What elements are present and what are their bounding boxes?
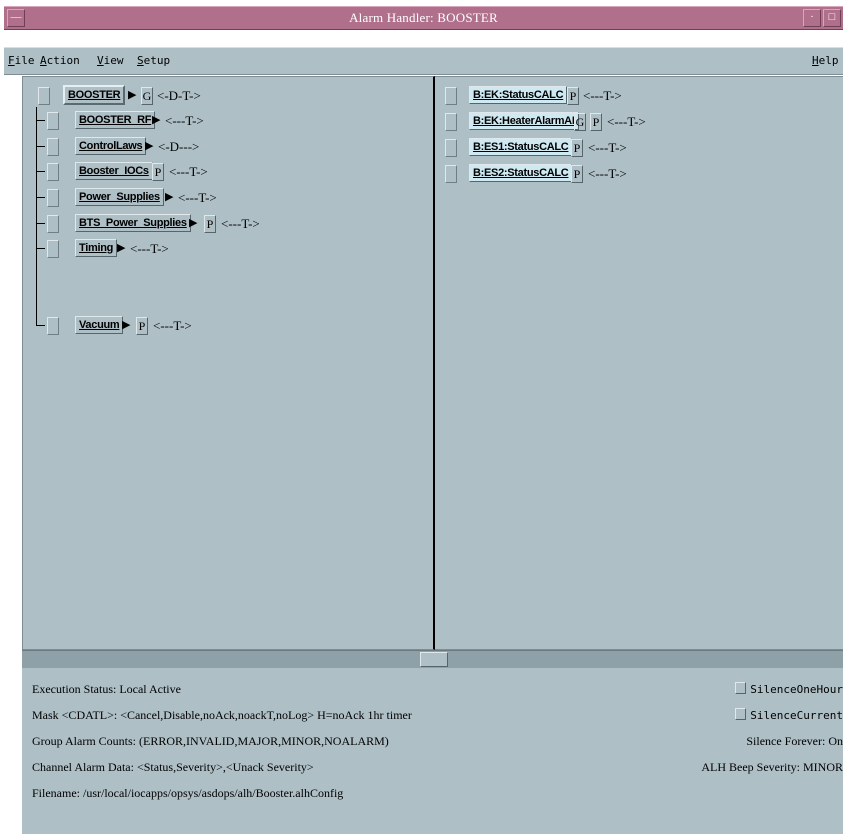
execution-status: Execution Status: Local Active bbox=[32, 682, 181, 696]
tree-branch bbox=[36, 248, 45, 249]
mask-text: <---T-> bbox=[607, 114, 646, 129]
group-row-bts-power-supplies: BTS_Power_Supplies ▶ P <---T-> bbox=[23, 212, 423, 234]
minimize-button[interactable]: · bbox=[803, 9, 821, 27]
ack-button[interactable] bbox=[445, 113, 457, 131]
checkbox-icon bbox=[735, 708, 747, 720]
tree-branch bbox=[36, 325, 45, 326]
group-row-booster-iocs: Booster_IOCs P <---T-> bbox=[23, 160, 423, 182]
maximize-button[interactable]: □ bbox=[823, 9, 841, 27]
group-name-button[interactable]: ControlLaws bbox=[75, 137, 147, 155]
mask-text: <---T-> bbox=[178, 190, 217, 205]
expand-arrow-icon[interactable]: ▶ bbox=[145, 139, 153, 152]
beep-severity-status: ALH Beep Severity: MINOR bbox=[701, 760, 843, 774]
checkbox-icon bbox=[735, 682, 747, 694]
group-row-power-supplies: Power_Supplies ▶ <---T-> bbox=[23, 186, 423, 208]
channel-row: B:ES2:StatusCALC P <---T-> bbox=[435, 162, 835, 184]
channel-name-button[interactable]: B:EK:HeaterAlarmAI bbox=[469, 112, 579, 130]
mask-text: <---T-> bbox=[130, 241, 169, 256]
process-flag[interactable]: P bbox=[136, 317, 148, 335]
ack-button[interactable] bbox=[47, 138, 59, 156]
process-flag[interactable]: P bbox=[571, 139, 583, 157]
expand-arrow-icon[interactable]: ▶ bbox=[165, 190, 173, 203]
menu-view[interactable]: View bbox=[97, 54, 124, 67]
channel-alarm-data-legend: Channel Alarm Data: <Status,Severity>,<U… bbox=[32, 760, 314, 774]
mask-text: <---T-> bbox=[588, 166, 627, 181]
menu-bar: File Action View Setup Help bbox=[4, 47, 843, 75]
mask-text: <-D---> bbox=[158, 139, 200, 154]
mask-text: <-D-T-> bbox=[157, 88, 201, 103]
group-row-timing: Timing ▶ <---T-> bbox=[23, 237, 423, 259]
tree-branch bbox=[36, 223, 45, 224]
group-row-vacuum: Vacuum ▶ P <---T-> bbox=[23, 314, 423, 336]
group-name-button[interactable]: Vacuum bbox=[75, 316, 124, 334]
group-row-booster-rf: BOOSTER_RF ▶ <---T-> bbox=[23, 109, 423, 131]
mask-text: <---T-> bbox=[583, 88, 622, 103]
ack-button[interactable] bbox=[445, 165, 457, 183]
ack-button[interactable] bbox=[445, 87, 457, 105]
menu-help[interactable]: Help bbox=[812, 54, 839, 67]
expand-arrow-icon[interactable]: ▶ bbox=[128, 88, 136, 101]
group-row-controllaws: ControlLaws ▶ <-D---> bbox=[23, 135, 423, 157]
process-flag[interactable]: P bbox=[571, 165, 583, 183]
mask-text: <---T-> bbox=[169, 164, 208, 179]
ack-button[interactable] bbox=[47, 215, 59, 233]
ack-button[interactable] bbox=[47, 317, 59, 335]
ack-button[interactable] bbox=[38, 87, 50, 105]
alarm-handler-window: — Alarm Handler: BOOSTER · □ File Action… bbox=[0, 0, 843, 834]
process-flag[interactable]: P bbox=[567, 87, 579, 105]
expand-arrow-icon[interactable]: ▶ bbox=[117, 241, 125, 254]
title-bar[interactable]: — Alarm Handler: BOOSTER · □ bbox=[4, 6, 843, 30]
guidance-flag[interactable]: G bbox=[141, 87, 153, 105]
menu-action[interactable]: Action bbox=[40, 54, 80, 67]
process-flag[interactable]: P bbox=[204, 215, 216, 233]
mask-text: <---T-> bbox=[165, 113, 204, 128]
silence-one-hour-toggle[interactable]: SilenceOneHour bbox=[735, 682, 843, 696]
channel-list-pane: B:EK:StatusCALC P <---T-> B:EK:HeaterAla… bbox=[435, 76, 843, 650]
config-filename: Filename: /usr/local/iocapps/opsys/asdop… bbox=[32, 786, 344, 800]
group-name-button[interactable]: Timing bbox=[75, 239, 118, 257]
guidance-flag[interactable]: G bbox=[574, 113, 586, 131]
group-name-button[interactable]: Booster_IOCs bbox=[75, 162, 153, 180]
tree-branch bbox=[36, 197, 45, 198]
process-flag[interactable]: P bbox=[590, 113, 602, 131]
mask-legend: Mask <CDATL>: <Cancel,Disable,noAck,noac… bbox=[32, 708, 412, 722]
group-name-button[interactable]: BTS_Power_Supplies bbox=[75, 214, 191, 232]
group-alarm-counts-legend: Group Alarm Counts: (ERROR,INVALID,MAJOR… bbox=[32, 734, 389, 748]
tree-branch bbox=[36, 120, 45, 121]
pane-sash-handle[interactable] bbox=[420, 652, 448, 667]
group-tree-pane: BOOSTER ▶ G <-D-T-> BOOSTER_RF ▶ <---T->… bbox=[22, 76, 435, 650]
expand-arrow-icon[interactable]: ▶ bbox=[122, 318, 130, 331]
group-name-button[interactable]: BOOSTER_RF bbox=[75, 111, 156, 129]
channel-name-button[interactable]: B:ES2:StatusCALC bbox=[469, 164, 573, 182]
ack-button[interactable] bbox=[47, 189, 59, 207]
silence-current-toggle[interactable]: SilenceCurrent bbox=[735, 708, 843, 722]
process-flag[interactable]: P bbox=[152, 163, 164, 181]
group-name-button[interactable]: Power_Supplies bbox=[75, 188, 164, 206]
ack-button[interactable] bbox=[445, 139, 457, 157]
tree-branch bbox=[36, 146, 45, 147]
minimize-icon: · bbox=[810, 11, 814, 23]
ack-button[interactable] bbox=[47, 163, 59, 181]
ack-button[interactable] bbox=[47, 112, 59, 130]
channel-name-button[interactable]: B:EK:StatusCALC bbox=[469, 86, 568, 104]
window-title: Alarm Handler: BOOSTER bbox=[349, 10, 498, 25]
mask-text: <---T-> bbox=[153, 318, 192, 333]
channel-row: B:EK:HeaterAlarmAI G P <---T-> bbox=[435, 110, 835, 132]
menu-file[interactable]: File bbox=[8, 54, 35, 67]
channel-row: B:EK:StatusCALC P <---T-> bbox=[435, 84, 835, 106]
status-area: Execution Status: Local Active Mask <CDA… bbox=[22, 668, 843, 834]
ack-button[interactable] bbox=[47, 240, 59, 258]
menu-setup[interactable]: Setup bbox=[137, 54, 170, 67]
group-name-button[interactable]: BOOSTER bbox=[63, 85, 126, 105]
mask-text: <---T-> bbox=[588, 140, 627, 155]
channel-name-button[interactable]: B:ES1:StatusCALC bbox=[469, 138, 573, 156]
channel-row: B:ES1:StatusCALC P <---T-> bbox=[435, 136, 835, 158]
expand-arrow-icon[interactable]: ▶ bbox=[152, 113, 160, 126]
maximize-icon: □ bbox=[828, 11, 836, 23]
mask-text: <---T-> bbox=[221, 216, 260, 231]
silence-forever-status: Silence Forever: On bbox=[746, 734, 843, 748]
expand-arrow-icon[interactable]: ▶ bbox=[189, 216, 197, 229]
group-row-booster: BOOSTER ▶ G <-D-T-> bbox=[23, 84, 423, 106]
tree-branch bbox=[36, 171, 45, 172]
